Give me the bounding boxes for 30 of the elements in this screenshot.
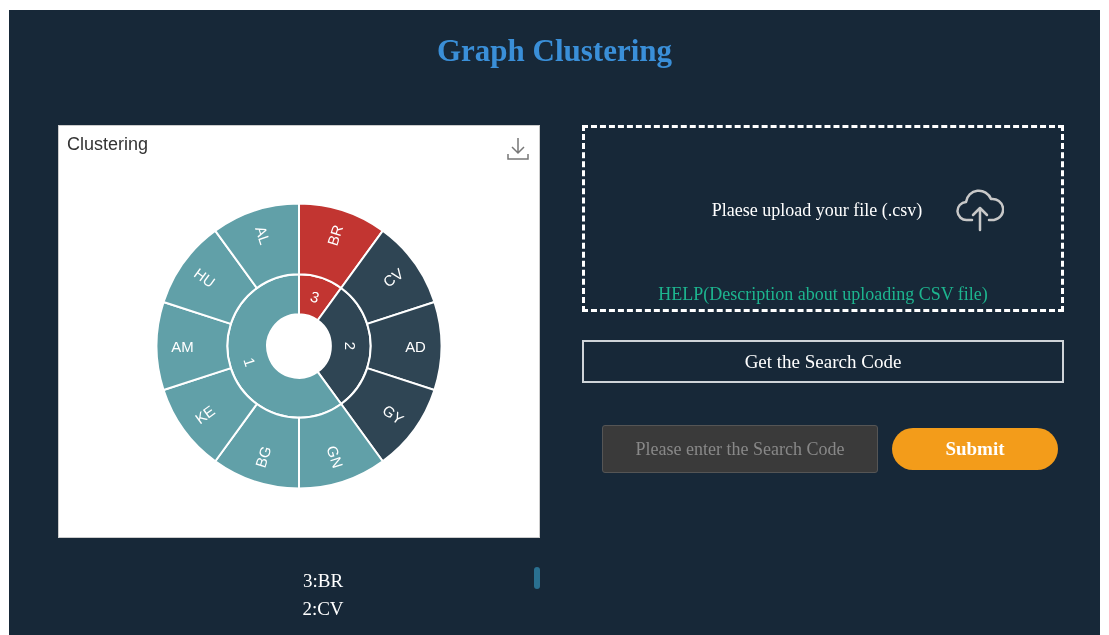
node-segment[interactable] bbox=[366, 301, 443, 391]
node-segment[interactable] bbox=[214, 202, 300, 289]
upload-prompt: Plaese upload your file (.csv) bbox=[711, 199, 923, 221]
result-line: 3:BR bbox=[302, 569, 344, 593]
node-segment[interactable] bbox=[214, 403, 300, 490]
segment-label: AD bbox=[405, 337, 426, 355]
upload-dropzone[interactable]: Plaese upload your file (.csv) HELP(Description about uploading CSV file) bbox=[582, 125, 1064, 312]
segment-label: 3 bbox=[308, 287, 322, 307]
result-line: 2:CV bbox=[302, 597, 344, 621]
segment-label: AL bbox=[252, 223, 274, 247]
search-code-field[interactable]: Please enter the Search Code bbox=[602, 425, 878, 473]
segment-label: KE bbox=[191, 401, 218, 428]
segment-label: GY bbox=[379, 401, 407, 428]
chart-title: Clustering bbox=[67, 133, 149, 155]
scrollbar-thumb[interactable] bbox=[534, 567, 540, 589]
node-segment[interactable] bbox=[298, 403, 384, 490]
cloud-upload-icon bbox=[956, 188, 1005, 232]
segment-label: BR bbox=[323, 222, 347, 248]
segment-label: AM bbox=[171, 337, 194, 355]
segment-label: CV bbox=[379, 264, 407, 291]
help-link[interactable]: HELP(Description about uploading CSV file) bbox=[658, 282, 988, 306]
segment-label: HU bbox=[191, 264, 219, 291]
segment-label: GN bbox=[323, 443, 347, 471]
download-icon[interactable] bbox=[507, 137, 529, 161]
page-title: Graph Clustering bbox=[435, 34, 674, 68]
segment-label: 1 bbox=[240, 355, 260, 369]
node-segment[interactable] bbox=[155, 301, 232, 391]
segment-label: BG bbox=[251, 443, 275, 470]
get-code-button[interactable]: Get the Search Code bbox=[582, 340, 1064, 383]
segment-label: 2 bbox=[342, 341, 360, 351]
